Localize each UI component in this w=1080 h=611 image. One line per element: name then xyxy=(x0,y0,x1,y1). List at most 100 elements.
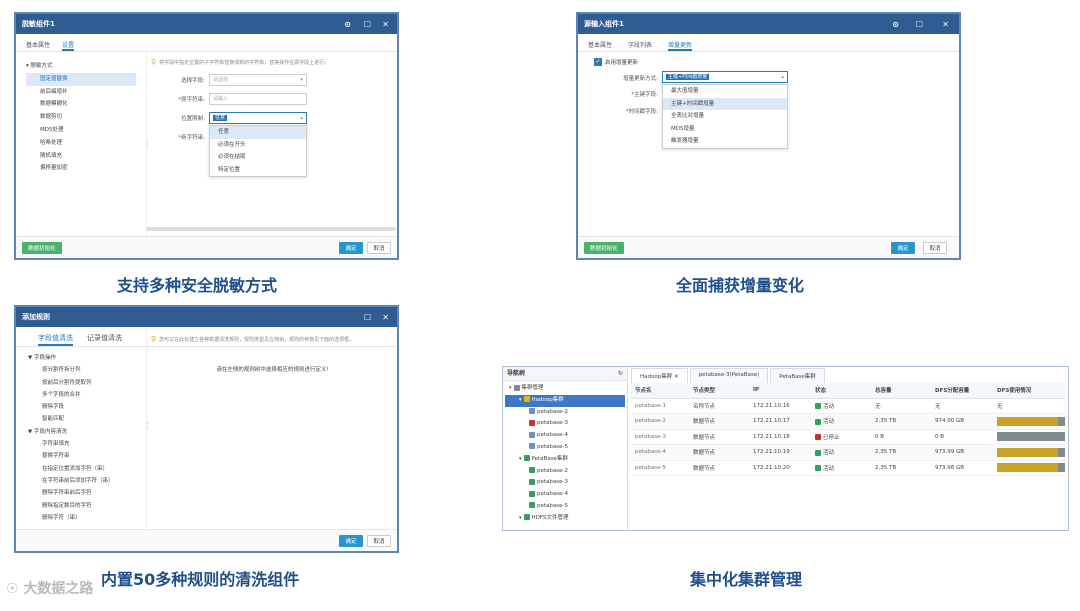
nav-tree-item[interactable]: petabase-4 xyxy=(505,430,625,442)
rule-tree-item[interactable]: 在字符串前后添加字符（串） xyxy=(26,475,144,487)
expand-icon[interactable]: ▾ xyxy=(519,515,522,521)
data-init-button[interactable]: 数据初始化 xyxy=(584,242,624,254)
nav-tree-item[interactable]: petabase-2 xyxy=(505,407,625,419)
tab-petabase-cluster[interactable]: PetaBase集群 xyxy=(770,368,825,383)
rule-tree-item[interactable]: 删除字符串前后字符 xyxy=(26,487,144,499)
close-icon[interactable]: ✕ xyxy=(382,307,389,327)
cancel-button[interactable]: 取消 xyxy=(367,242,391,254)
tree-item[interactable]: 偏移量加密 xyxy=(26,162,136,175)
maximize-icon[interactable]: ☐ xyxy=(364,14,371,34)
rule-tree-item[interactable]: ▼ 字段操作 xyxy=(26,352,144,364)
table-row[interactable]: petabase-1 名称节点 172.21.10.16 活动无无无 xyxy=(631,398,1065,414)
tree-item[interactable]: 固定值替换 xyxy=(26,72,136,86)
tab-record-clean[interactable]: 记录值清洗 xyxy=(87,333,122,346)
tab-incremental[interactable]: 增量更新 xyxy=(668,40,693,51)
expand-icon[interactable]: ▾ xyxy=(519,397,522,403)
column-header[interactable]: DFS使用情况 xyxy=(993,383,1065,399)
nav-tree-label: petabase-5 xyxy=(537,502,568,509)
rule-tree-item[interactable]: ▼ 字段内容清洗 xyxy=(26,426,144,438)
rule-tree-item[interactable]: 按分割符拆分列 xyxy=(26,364,144,376)
cancel-button[interactable]: 取消 xyxy=(923,242,947,254)
rule-tree: ▼ 字段操作 按分割符拆分列 按前后分割符提取列 多个字段的合并 删除字段 智能匹配 ▼ 字… xyxy=(26,352,144,524)
rule-tree-item[interactable]: 字符串填充 xyxy=(26,438,144,450)
column-header[interactable]: 节点类型 xyxy=(689,383,749,399)
help-icon[interactable]: ⊙ xyxy=(344,14,351,34)
rule-tree-item[interactable]: 多个字段的合并 xyxy=(26,389,144,401)
tree-item[interactable]: 随机填充 xyxy=(26,150,136,163)
column-header[interactable]: 节点名 xyxy=(631,383,689,399)
expand-icon[interactable]: ▾ xyxy=(509,385,512,391)
tab-hadoop-cluster[interactable]: Hadoop集群 ✕ xyxy=(631,368,688,383)
table-row[interactable]: petabase-3 数据节点 172.21.10.18 已停止 0 B0 B xyxy=(631,429,1065,445)
rule-tree-item[interactable]: 删除字段 xyxy=(26,401,144,413)
tree-item[interactable]: MD5处理 xyxy=(26,124,136,137)
help-icon[interactable]: ⊙ xyxy=(892,14,899,34)
dropdown-option[interactable]: 特定位置 xyxy=(210,164,306,177)
tab-basic[interactable]: 基本属性 xyxy=(26,40,50,51)
dropdown-option[interactable]: MD5增量 xyxy=(663,123,787,136)
tree-root[interactable]: ▾ 脱敏方式 xyxy=(26,60,136,73)
rule-tree-item[interactable]: 删除字符（串） xyxy=(26,512,144,524)
rule-tree-item[interactable]: 在指定位置添加字符（串） xyxy=(26,463,144,475)
position-limit-select[interactable]: 任意 ▴ xyxy=(209,112,307,124)
nav-tree-item[interactable]: petabase-5 xyxy=(505,442,625,454)
original-string-input[interactable]: 请输入 xyxy=(209,93,307,105)
tab-field-clean[interactable]: 字段值清洗 xyxy=(38,333,73,346)
incremental-mode-select[interactable]: 主键+时间戳增量 ▴ xyxy=(662,71,788,83)
ok-button[interactable]: 确定 xyxy=(891,242,915,254)
dropdown-option[interactable]: 全表比对增量 xyxy=(663,110,787,123)
column-header[interactable]: 状态 xyxy=(811,383,871,399)
nav-tree-item[interactable]: ▾ HDFS文件管理 xyxy=(505,513,625,525)
rule-tree-item[interactable]: 按前后分割符提取列 xyxy=(26,377,144,389)
select-field[interactable]: 请选择 ▾ xyxy=(209,74,307,86)
close-icon[interactable]: ✕ xyxy=(942,14,949,34)
dropdown-option[interactable]: 触发器增量 xyxy=(663,135,787,148)
table-row[interactable]: petabase-2 数据节点 172.21.10.17 活动 2.35 TB 974.0… xyxy=(631,413,1065,430)
node-type: 数据节点 xyxy=(689,444,749,461)
refresh-icon[interactable]: ↻ xyxy=(618,367,623,381)
usage-bar xyxy=(997,432,1065,442)
nav-tree-item[interactable]: petabase-3 xyxy=(505,477,625,489)
rule-tree-item[interactable]: 替换字符串 xyxy=(26,450,144,462)
dropdown-option[interactable]: 任意 xyxy=(210,126,306,139)
enable-incremental-checkbox[interactable]: ✓ 启用增量更新 xyxy=(594,58,638,66)
tree-item[interactable]: 数据模糊化 xyxy=(26,98,136,111)
table-row[interactable]: petabase-4 数据节点 172.21.10.19 活动 2.35 TB 973.9… xyxy=(631,444,1065,461)
tree-item[interactable]: 数据剪切 xyxy=(26,111,136,124)
maximize-icon[interactable]: ☐ xyxy=(916,14,923,34)
column-header[interactable]: DFS分配容量 xyxy=(931,383,993,399)
expand-icon[interactable]: ▾ xyxy=(519,456,522,462)
tree-item[interactable]: 前后缀增补 xyxy=(26,86,136,99)
nav-tree-item[interactable]: ▾ Hadoop集群 xyxy=(505,394,625,407)
ok-button[interactable]: 确定 xyxy=(339,535,363,547)
tab-fields[interactable]: 字段列表 xyxy=(628,40,652,51)
dropdown-option[interactable]: 必须在结尾 xyxy=(210,151,306,164)
table-row[interactable]: petabase-5 数据节点 172.21.10.20 活动 2.35 TB 973.9… xyxy=(631,460,1065,476)
nav-tree-item[interactable]: petabase-5 xyxy=(505,501,625,513)
tree-item[interactable]: 哈希处理 xyxy=(26,137,136,150)
column-header[interactable]: IP xyxy=(749,383,811,399)
dropdown-option[interactable]: 主键+时间戳增量 xyxy=(663,97,787,110)
rule-tree-item[interactable]: 删除指定数目的字符 xyxy=(26,500,144,512)
usage-bar-fill xyxy=(997,463,1059,473)
tab-settings[interactable]: 设置 xyxy=(62,40,75,51)
dropdown-option[interactable]: 必须在开头 xyxy=(210,139,306,152)
close-icon[interactable]: ✕ xyxy=(382,14,389,34)
data-init-button[interactable]: 数据初始化 xyxy=(22,242,62,254)
rule-tree-item[interactable]: 智能匹配 xyxy=(26,413,144,425)
nav-tree-item[interactable]: petabase-2 xyxy=(505,466,625,478)
nav-tree-item[interactable]: ▾ 集群管理 xyxy=(505,383,625,395)
nav-tree-item[interactable]: ▾ PetaBase集群 xyxy=(505,454,625,466)
tab-petabase-3[interactable]: petabase-3(PetaBase) xyxy=(689,368,769,383)
ok-button[interactable]: 确定 xyxy=(339,242,363,254)
usage-bar xyxy=(997,463,1065,473)
nav-tree-item[interactable]: petabase-3 xyxy=(505,418,625,430)
nav-tree-item[interactable]: petabase-4 xyxy=(505,489,625,501)
maximize-icon[interactable]: ☐ xyxy=(364,307,371,327)
h-scrollbar[interactable] xyxy=(146,227,396,231)
dropdown-option[interactable]: 最大值增量 xyxy=(663,85,787,98)
column-header[interactable]: 总容量 xyxy=(871,383,931,399)
tab-basic[interactable]: 基本属性 xyxy=(588,40,612,51)
nav-divider[interactable] xyxy=(627,367,628,530)
cancel-button[interactable]: 取消 xyxy=(367,535,391,547)
